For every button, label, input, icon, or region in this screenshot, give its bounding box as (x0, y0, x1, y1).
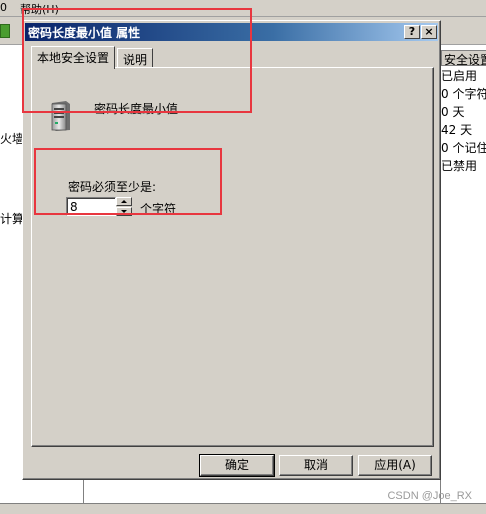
spin-up-button[interactable] (116, 197, 132, 206)
arrow-up-icon (121, 200, 127, 203)
cancel-button[interactable]: 取消 (279, 455, 353, 476)
close-button[interactable]: × (421, 25, 437, 39)
tab-explain[interactable]: 说明 (117, 48, 154, 67)
dialog-title: 密码长度最小值 属性 (28, 26, 141, 40)
list-cell[interactable]: 已启用 (441, 67, 477, 84)
background-menubar: 0 帮助(H) (0, 0, 486, 17)
min-length-label: 密码必须至少是: (68, 180, 157, 194)
status-bar (0, 503, 486, 514)
help-button[interactable]: ? (404, 25, 420, 39)
ok-button[interactable]: 确定 (199, 454, 275, 477)
menu-fragment: 0 (0, 1, 7, 14)
properties-dialog: 密码长度最小值 属性 ? × 本地安全设置 说明 密码长度最小值 密码必须至少是… (22, 20, 441, 480)
unit-label: 个字符 (140, 202, 177, 216)
list-cell[interactable]: 0 天 (441, 103, 464, 120)
policy-list-pane: 安全设置 已启用 0 个字符 0 天 42 天 0 个记住 已禁用 (440, 45, 486, 503)
tab-local-security-setting[interactable]: 本地安全设置 (31, 46, 116, 69)
tree-item-fragment[interactable]: 火墙 (0, 130, 24, 147)
tree-item-fragment[interactable]: 计算 (0, 210, 24, 227)
forward-arrow-icon[interactable] (0, 24, 10, 38)
list-cell[interactable]: 0 个字符 (441, 85, 486, 102)
spin-down-button[interactable] (116, 207, 132, 216)
column-header-security-setting[interactable]: 安全设置 (441, 50, 486, 67)
dialog-titlebar[interactable]: 密码长度最小值 属性 ? × (25, 23, 438, 41)
arrow-down-icon (121, 210, 127, 213)
server-icon (51, 101, 70, 131)
watermark: CSDN @Joe_RX (387, 490, 472, 502)
min-length-input[interactable] (66, 197, 116, 216)
apply-button[interactable]: 应用(A) (358, 455, 432, 476)
list-cell[interactable]: 已禁用 (441, 157, 477, 174)
tab-panel: 密码长度最小值 密码必须至少是: 个字符 (31, 67, 434, 447)
menu-help[interactable]: 帮助(H) (20, 1, 59, 17)
list-cell[interactable]: 42 天 (441, 121, 472, 138)
min-length-stepper (116, 197, 132, 216)
list-cell[interactable]: 0 个记住 (441, 139, 486, 156)
policy-name: 密码长度最小值 (94, 102, 179, 116)
